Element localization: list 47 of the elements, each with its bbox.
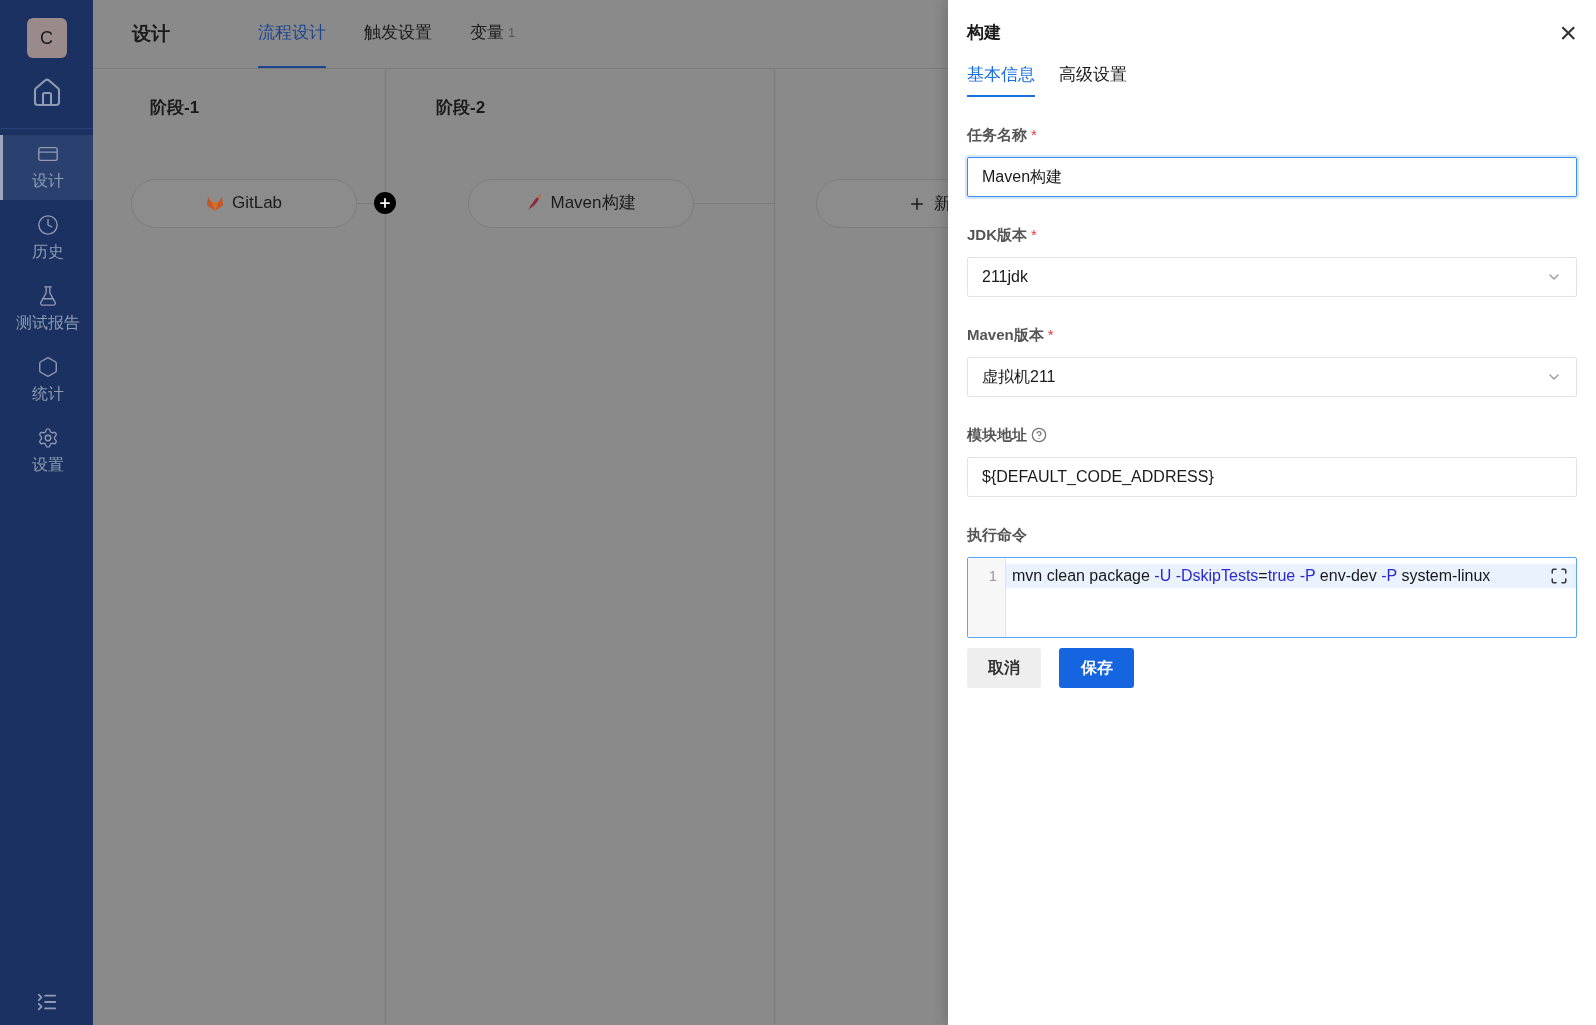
node-label: Maven构建: [550, 192, 636, 215]
required-mark: *: [1047, 324, 1054, 345]
avatar[interactable]: C: [26, 18, 67, 58]
sidebar-item[interactable]: 设计: [0, 135, 93, 200]
stage-title: 阶段-1: [149, 97, 201, 119]
sidebar-item-icon: [37, 284, 59, 307]
fullscreen-icon[interactable]: [1550, 567, 1568, 585]
node-label: 新: [933, 192, 951, 215]
cancel-button[interactable]: 取消: [967, 648, 1041, 688]
code-editor[interactable]: 1 mvn clean package -U -DskipTests=true -P env-dev -P system-linux: [967, 557, 1577, 638]
field-label: 执行命令: [967, 524, 1027, 545]
add-stage-button[interactable]: [374, 192, 396, 214]
select-value: 虚拟机211: [982, 367, 1056, 387]
plus-icon: [378, 196, 392, 210]
close-button[interactable]: ×: [1559, 20, 1577, 45]
text-field[interactable]: ${DEFAULT_CODE_ADDRESS}: [967, 457, 1577, 497]
text-field[interactable]: Maven构建: [967, 157, 1577, 197]
node-label: GitLab: [231, 192, 283, 215]
field-label: Maven版本: [967, 324, 1044, 345]
pipeline-node[interactable]: Maven构建: [468, 178, 694, 228]
sidebar-item[interactable]: 历史: [0, 206, 93, 271]
sidebar-item-icon: [37, 213, 59, 236]
drawer-tab[interactable]: 高级设置: [1059, 61, 1127, 97]
fox-logo-icon: [205, 194, 224, 212]
field-label: 模块地址: [967, 424, 1027, 445]
page-title: 设计: [132, 21, 170, 46]
sidebar-item-icon: [37, 426, 59, 449]
sidebar-item[interactable]: 统计: [0, 348, 93, 413]
drawer-title: 构建: [967, 22, 1001, 44]
sidebar-item[interactable]: 设置: [0, 419, 93, 484]
select-field[interactable]: 虚拟机211: [967, 357, 1577, 397]
drawer-tab[interactable]: 基本信息: [967, 61, 1035, 97]
sidebar-item-icon: [37, 355, 59, 378]
code-line: mvn clean package -U -DskipTests=true -P env-dev -P system-linux: [1012, 566, 1491, 586]
select-field[interactable]: 211jdk: [967, 257, 1577, 297]
required-mark: *: [1031, 124, 1037, 145]
select-value: 211jdk: [982, 267, 1028, 287]
sidebar-item[interactable]: 测试报告: [0, 277, 93, 342]
stage-title: 阶段-2: [436, 97, 487, 119]
header-tab[interactable]: 流程设计: [258, 0, 326, 68]
header-tab[interactable]: 触发设置: [364, 0, 432, 68]
feather-icon: [526, 193, 543, 213]
save-button[interactable]: 保存: [1059, 648, 1134, 688]
collapse-menu-icon[interactable]: [35, 991, 58, 1013]
line-number: 1: [988, 566, 997, 586]
pipeline-node[interactable]: GitLab: [131, 178, 357, 228]
field-label: 任务名称: [967, 124, 1027, 145]
